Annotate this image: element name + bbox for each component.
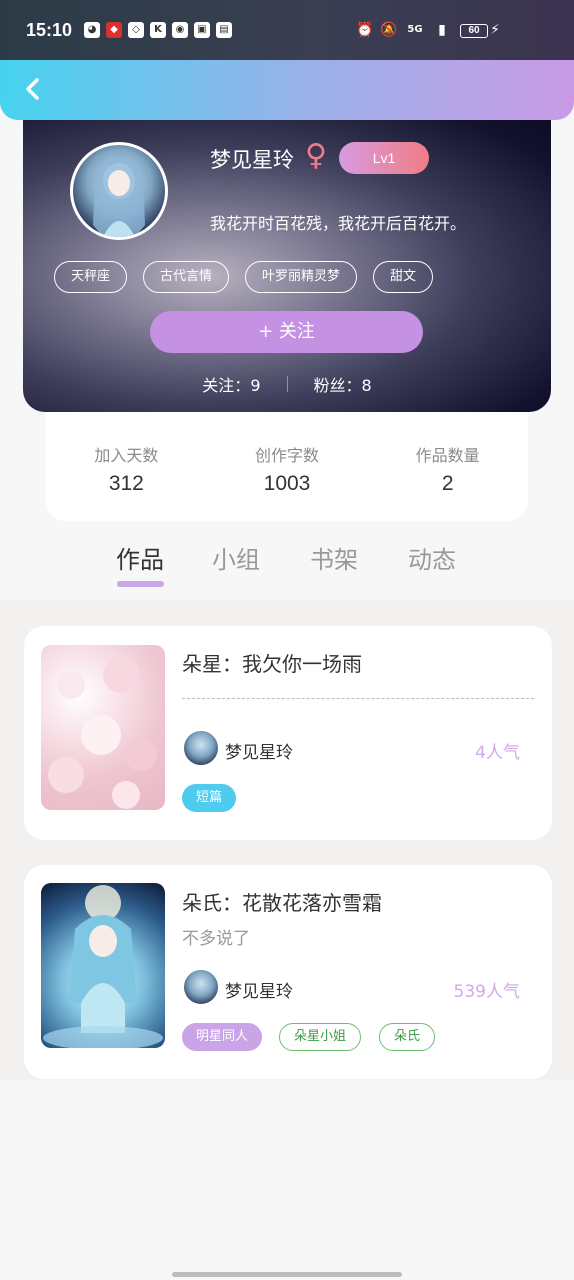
author-avatar[interactable] <box>182 729 220 767</box>
alarm-icon: ⏰ <box>356 22 374 38</box>
female-gender-icon: ♀ <box>305 138 327 173</box>
profile-tag[interactable]: 甜文 <box>373 261 434 293</box>
notification-icons: ◕ ◆ ◇ K ◉ ▣ ▤ <box>84 22 232 38</box>
work-tag[interactable]: 朵星小姐 <box>279 1023 362 1051</box>
stat-label: 加入天数 <box>94 446 159 465</box>
stat-works-count: 作品数量 2 <box>367 412 528 521</box>
profile-tag[interactable]: 天秤座 <box>54 261 128 293</box>
anime-girl-image <box>43 885 163 1048</box>
network-label: 5G <box>407 24 423 35</box>
author-avatar[interactable] <box>182 968 220 1006</box>
work-tag[interactable]: 朵氏 <box>379 1023 436 1051</box>
status-time: 15:10 <box>26 20 73 40</box>
profile-header-card: 梦见星玲 ♀ Lv1 我花开时百花残，我花开后百花开。 天秤座 古代言情 叶罗丽… <box>23 110 551 412</box>
avatar[interactable] <box>70 142 168 240</box>
profile-tag[interactable]: 古代言情 <box>143 261 230 293</box>
cherry-blossom-image <box>48 657 157 809</box>
book-cover[interactable] <box>41 645 165 810</box>
profile-tabs: 作品 小组 书架 动态 <box>0 522 574 600</box>
description-placeholder <box>182 698 534 699</box>
popularity-count: 539人气 <box>453 982 520 1002</box>
stat-join-days: 加入天数 312 <box>46 412 207 521</box>
stat-value: 2 <box>441 472 454 495</box>
app-icon: ▤ <box>216 22 232 38</box>
back-arrow-icon[interactable] <box>18 74 48 104</box>
app-icon: K <box>150 22 166 38</box>
tab-activity[interactable]: 动态 <box>408 540 456 575</box>
signal-icon: ▮ <box>438 22 446 38</box>
profile-tag[interactable]: 叶罗丽精灵梦 <box>245 261 358 293</box>
following-value: 9 <box>250 376 261 395</box>
profile-tags: 天秤座 古代言情 叶罗丽精灵梦 甜文 <box>54 261 434 293</box>
stat-value: 1003 <box>263 472 311 495</box>
work-card[interactable]: 朵星：我欠你一场雨 梦见星玲 4人气 短篇 <box>24 626 552 840</box>
following-count[interactable]: 关注：9 <box>202 372 260 396</box>
profile-nickname: 梦见星玲 <box>210 148 294 172</box>
works-list: 朵星：我欠你一场雨 梦见星玲 4人气 短篇 朵氏：花散花落亦雪霜 不多说了 梦见… <box>0 600 574 1080</box>
fans-count[interactable]: 粉丝：8 <box>314 372 372 396</box>
follow-button[interactable]: + 关注 <box>150 311 423 353</box>
app-icon: ◆ <box>106 22 122 38</box>
charging-icon: ⚡ <box>490 22 500 38</box>
top-nav-bar <box>0 60 574 120</box>
system-icons: ⏰ 🔕 5G ▮ <box>356 22 450 38</box>
tab-groups[interactable]: 小组 <box>212 540 260 575</box>
app-icon: ◇ <box>128 22 144 38</box>
author-name[interactable]: 梦见星玲 <box>225 977 293 1002</box>
status-bar: 15:10 ◕ ◆ ◇ K ◉ ▣ ▤ ⏰ 🔕 5G ▮ 60 ⚡ <box>0 0 574 60</box>
stat-label: 创作字数 <box>255 446 320 465</box>
battery-icon: 60 <box>460 24 488 38</box>
popularity-count: 4人气 <box>475 743 520 763</box>
work-title[interactable]: 朵星：我欠你一场雨 <box>182 648 362 677</box>
mute-icon: 🔕 <box>380 22 398 38</box>
follow-counts: 关注：9 粉丝：8 <box>23 372 551 396</box>
stat-word-count: 创作字数 1003 <box>207 412 368 521</box>
tab-bookshelf[interactable]: 书架 <box>310 540 358 575</box>
fans-value: 8 <box>361 376 372 395</box>
stat-label: 作品数量 <box>415 446 480 465</box>
divider <box>286 376 288 392</box>
profile-bio: 我花开时百花残，我花开后百花开。 <box>210 214 467 233</box>
home-indicator[interactable] <box>172 1272 402 1277</box>
stat-value: 312 <box>108 472 144 495</box>
work-tag[interactable]: 明星同人 <box>182 1023 263 1051</box>
qq-icon: ◕ <box>84 22 100 38</box>
stats-card: 加入天数 312 创作字数 1003 作品数量 2 <box>46 412 528 521</box>
work-description: 不多说了 <box>182 929 250 949</box>
weibo-icon: ◉ <box>172 22 188 38</box>
tab-works[interactable]: 作品 <box>116 540 164 575</box>
fans-label: 粉丝： <box>313 376 362 395</box>
work-title[interactable]: 朵氏：花散花落亦雪霜 <box>182 887 382 916</box>
book-cover[interactable] <box>41 883 165 1048</box>
level-badge: Lv1 <box>339 142 429 174</box>
following-label: 关注： <box>202 376 251 395</box>
avatar-illustration <box>93 156 145 237</box>
active-tab-indicator <box>117 581 164 587</box>
iqiyi-icon: ▣ <box>194 22 210 38</box>
work-card[interactable]: 朵氏：花散花落亦雪霜 不多说了 梦见星玲 539人气 明星同人 朵星小姐 朵氏 <box>24 865 552 1079</box>
author-name[interactable]: 梦见星玲 <box>225 738 293 763</box>
work-tag[interactable]: 短篇 <box>182 784 237 812</box>
